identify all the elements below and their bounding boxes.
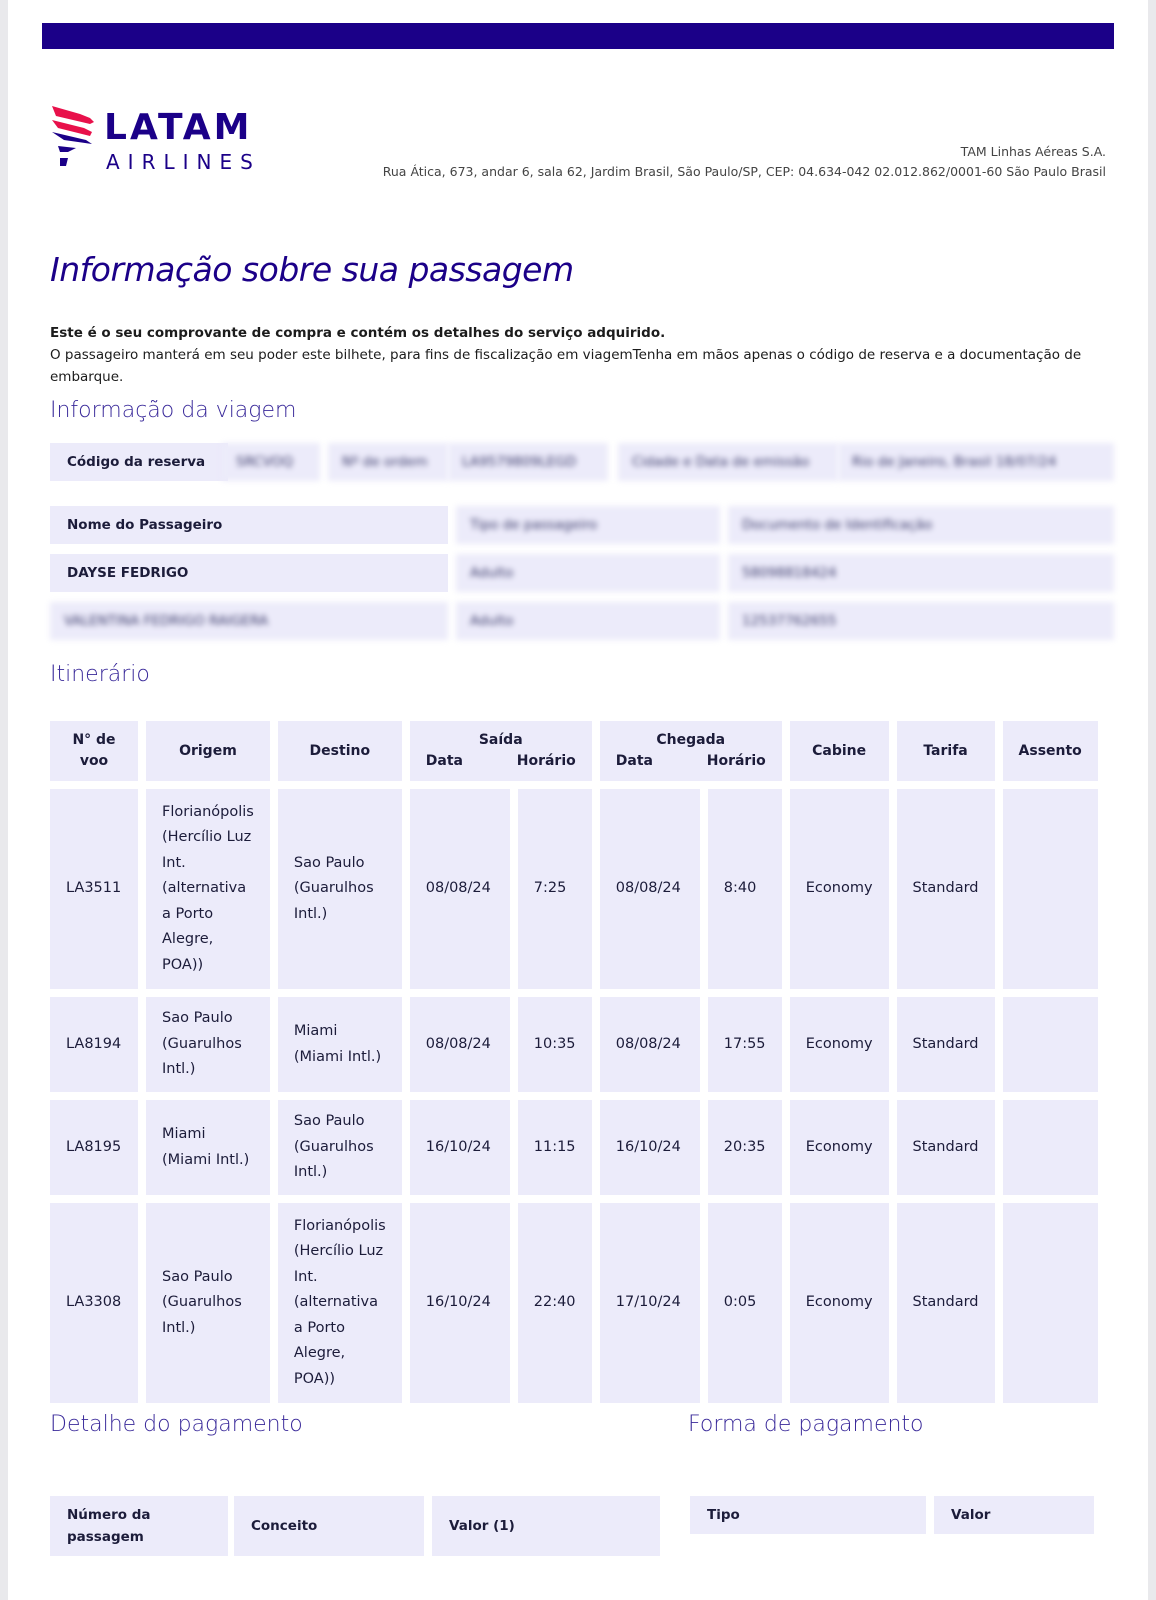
col-arrival: Chegada Data Horário <box>599 721 782 781</box>
order-number-label: Nº de ordem <box>328 443 448 481</box>
col-cabin: Cabine <box>789 721 889 781</box>
passenger-doc: 58098818424 <box>728 554 1114 592</box>
order-number-value: LA9579809LEGD <box>448 443 608 481</box>
destination: Sao Paulo (Guarulhos Intl.) <box>277 789 402 989</box>
col-departure: Saída Data Horário <box>409 721 592 781</box>
destination: Miami (Miami Intl.) <box>277 997 402 1092</box>
passenger-type: Adulto <box>456 602 720 640</box>
ticket-page: LATAM AIRLINES TAM Linhas Aéreas S.A. Ru… <box>8 0 1148 1600</box>
departure-label: Saída <box>478 732 523 748</box>
itinerary-heading: Itinerário <box>50 662 150 687</box>
departure-time: 7:25 <box>517 789 592 989</box>
arrival-time-label: Horário <box>706 753 766 769</box>
cabin: Economy <box>789 1100 889 1195</box>
origin: Miami (Miami Intl.) <box>146 1100 270 1195</box>
trip-info-heading: Informação da viagem <box>50 398 297 423</box>
reservation-code-label: Código da reserva <box>50 443 228 481</box>
passenger-doc-label: Documento de Identificação <box>728 506 1114 544</box>
passenger-name: VALENTINA FEDRIGO RAIGERA <box>50 602 448 640</box>
origin: Sao Paulo (Guarulhos Intl.) <box>146 997 270 1092</box>
departure-time: 11:15 <box>517 1100 592 1195</box>
logo-text-airlines: AIRLINES <box>106 150 261 174</box>
concept-header: Conceito <box>234 1496 424 1556</box>
payment-type-header: Tipo <box>690 1496 926 1534</box>
ticket-number-header: Número da passagem <box>50 1496 228 1556</box>
issue-label: Cidade e Data de emissão <box>618 443 838 481</box>
seat <box>1002 997 1098 1092</box>
fare: Standard <box>896 1100 995 1195</box>
col-destination: Destino <box>277 721 402 781</box>
arrival-date: 17/10/24 <box>599 1203 700 1403</box>
value-header: Valor (1) <box>432 1496 660 1556</box>
payment-value-header: Valor <box>934 1496 1094 1534</box>
col-flight: N° de voo <box>50 721 138 781</box>
arrival-date: 08/08/24 <box>599 997 700 1092</box>
intro-body: O passageiro manterá em seu poder este b… <box>50 347 1082 385</box>
cabin: Economy <box>789 789 889 989</box>
reservation-code-value: SRCVOQ <box>222 443 320 481</box>
passenger-name-label-fill <box>222 506 448 544</box>
flight-number: LA8195 <box>50 1100 138 1195</box>
fare: Standard <box>896 997 995 1092</box>
arrival-time: 20:35 <box>707 1100 782 1195</box>
passenger-name-label: Nome do Passageiro <box>50 506 228 544</box>
col-origin: Origem <box>146 721 270 781</box>
departure-date-label: Data <box>425 753 463 769</box>
arrival-label: Chegada <box>656 732 726 748</box>
departure-date: 16/10/24 <box>409 1203 510 1403</box>
passenger-name: DAYSE FEDRIGO <box>50 554 448 592</box>
flight-number: LA3308 <box>50 1203 138 1403</box>
departure-date: 08/08/24 <box>409 789 510 989</box>
latam-logo: LATAM AIRLINES <box>50 104 290 176</box>
table-row: LA3511 Florianópolis (Hercílio Luz Int. … <box>50 789 1098 989</box>
col-fare: Tarifa <box>896 721 995 781</box>
issue-value: Rio de Janeiro, Brasil 18/07/24 <box>838 443 1114 481</box>
payment-detail-heading: Detalhe do pagamento <box>50 1412 303 1437</box>
departure-time: 10:35 <box>517 997 592 1092</box>
passenger-doc: 12537762655 <box>728 602 1114 640</box>
col-seat: Assento <box>1002 721 1098 781</box>
arrival-date: 16/10/24 <box>599 1100 700 1195</box>
fare: Standard <box>896 1203 995 1403</box>
company-info: TAM Linhas Aéreas S.A. Rua Ática, 673, a… <box>383 142 1106 182</box>
latam-logo-icon <box>52 106 94 166</box>
departure-time: 22:40 <box>517 1203 592 1403</box>
origin: Florianópolis (Hercílio Luz Int. (altern… <box>146 789 270 989</box>
destination: Florianópolis (Hercílio Luz Int. (altern… <box>277 1203 402 1403</box>
logo-text-latam: LATAM <box>104 107 253 148</box>
flight-number: LA8194 <box>50 997 138 1092</box>
cabin: Economy <box>789 997 889 1092</box>
destination: Sao Paulo (Guarulhos Intl.) <box>277 1100 402 1195</box>
seat <box>1002 1100 1098 1195</box>
intro-text: Este é o seu comprovante de compra e con… <box>50 322 1110 388</box>
page-title: Informação sobre sua passagem <box>50 250 574 289</box>
table-row: LA8194 Sao Paulo (Guarulhos Intl.) Miami… <box>50 997 1098 1092</box>
cabin: Economy <box>789 1203 889 1403</box>
company-name: TAM Linhas Aéreas S.A. <box>960 144 1106 159</box>
table-row: LA8195 Miami (Miami Intl.) Sao Paulo (Gu… <box>50 1100 1098 1195</box>
intro-bold: Este é o seu comprovante de compra e con… <box>50 325 666 341</box>
arrival-date-label: Data <box>615 753 653 769</box>
company-address: Rua Ática, 673, andar 6, sala 62, Jardim… <box>382 164 1106 179</box>
flight-number: LA3511 <box>50 789 138 989</box>
table-row: LA3308 Sao Paulo (Guarulhos Intl.) Flori… <box>50 1203 1098 1403</box>
origin: Sao Paulo (Guarulhos Intl.) <box>146 1203 270 1403</box>
passenger-type: Adulto <box>456 554 720 592</box>
payment-method-heading: Forma de pagamento <box>688 1412 924 1437</box>
itinerary-table: N° de voo Origem Destino Saída Data Horár… <box>42 713 1106 1411</box>
fare: Standard <box>896 789 995 989</box>
arrival-time: 17:55 <box>707 997 782 1092</box>
arrival-time: 8:40 <box>707 789 782 989</box>
departure-date: 16/10/24 <box>409 1100 510 1195</box>
departure-date: 08/08/24 <box>409 997 510 1092</box>
seat <box>1002 789 1098 989</box>
seat <box>1002 1203 1098 1403</box>
passenger-type-label: Tipo de passageiro <box>456 506 720 544</box>
arrival-date: 08/08/24 <box>599 789 700 989</box>
arrival-time: 0:05 <box>707 1203 782 1403</box>
header-bar <box>42 23 1114 49</box>
departure-time-label: Horário <box>516 753 576 769</box>
